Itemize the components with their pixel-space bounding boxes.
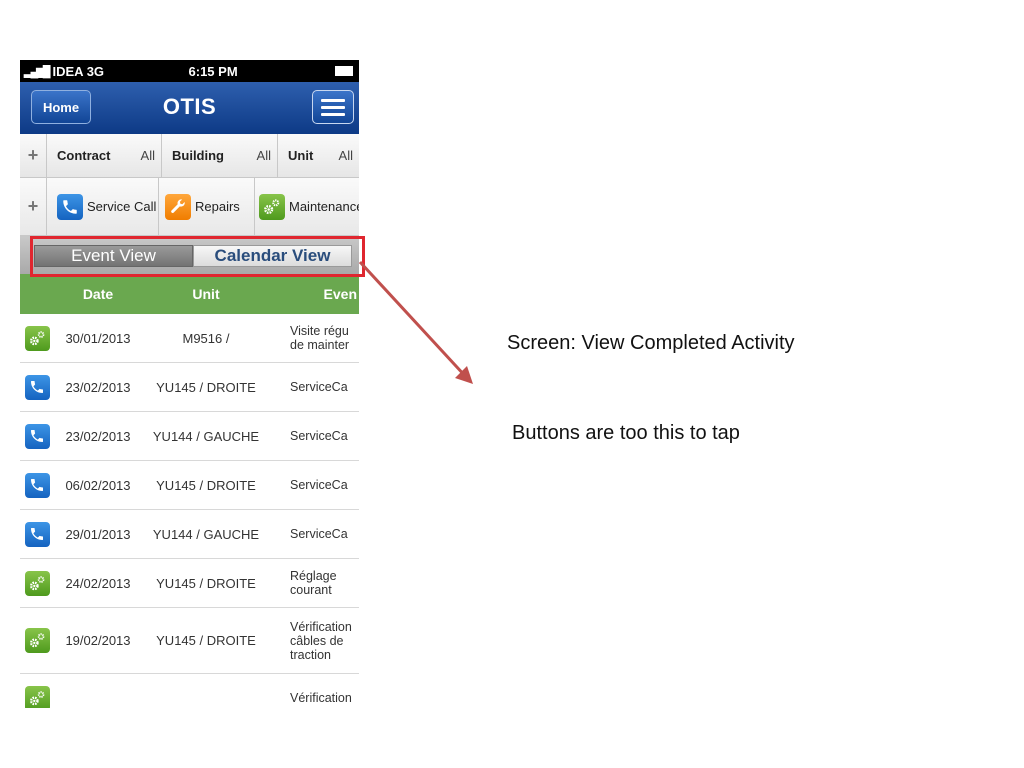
phone-icon xyxy=(24,521,50,547)
filter-unit[interactable]: Unit All xyxy=(277,134,359,177)
row-event: ServiceCa xyxy=(290,527,348,541)
annotation-arrow xyxy=(358,260,473,384)
filter-value: All xyxy=(256,148,271,163)
category-label: Service Call xyxy=(87,198,157,214)
wrench-icon xyxy=(165,193,191,220)
row-event: Visite régu de mainter xyxy=(290,324,350,352)
table-row[interactable]: 23/02/2013 YU145 / DROITE ServiceCa xyxy=(20,363,359,412)
filter-value: All xyxy=(338,148,353,163)
battery-icon xyxy=(335,66,353,76)
event-list: 30/01/2013 M9516 / Visite régu de mainter 2… xyxy=(20,314,359,708)
table-row[interactable]: 23/02/2013 YU144 / GAUCHE ServiceCa xyxy=(20,412,359,461)
row-unit: YU145 / DROITE xyxy=(156,379,256,395)
gears-icon xyxy=(24,325,50,351)
row-date: 23/02/2013 xyxy=(65,428,131,444)
column-unit[interactable]: Unit xyxy=(142,286,270,302)
filter-name: Contract xyxy=(57,148,111,163)
phone-icon xyxy=(24,374,50,400)
table-row[interactable]: 30/01/2013 M9516 / Visite régu de mainter xyxy=(20,314,359,363)
row-date: 23/02/2013 xyxy=(65,379,131,395)
row-event: Vérification xyxy=(290,691,352,705)
category-label: Repairs xyxy=(195,198,240,214)
table-row[interactable]: 24/02/2013 YU145 / DROITE Réglage courant xyxy=(20,559,359,608)
phone-icon xyxy=(57,193,83,220)
filter-name: Unit xyxy=(288,148,314,163)
gears-icon xyxy=(24,685,50,708)
category-label: Maintenance xyxy=(289,198,359,214)
phone-screenshot: ▂▄▆█ IDEA 3G 6:15 PM Home OTIS + Contrac… xyxy=(20,60,359,708)
status-bar: ▂▄▆█ IDEA 3G 6:15 PM xyxy=(20,60,359,82)
row-unit: M9516 / xyxy=(182,330,230,346)
table-row[interactable]: 29/01/2013 YU144 / GAUCHE ServiceCa xyxy=(20,510,359,559)
add-category-icon[interactable]: + xyxy=(20,196,46,217)
row-unit: YU145 / DROITE xyxy=(156,477,256,493)
row-event: ServiceCa xyxy=(290,380,348,394)
row-date: 30/01/2013 xyxy=(65,330,131,346)
category-service-call[interactable]: Service Call xyxy=(46,178,158,235)
column-date[interactable]: Date xyxy=(54,286,142,302)
gears-icon xyxy=(24,628,50,653)
filter-value: All xyxy=(140,148,155,163)
row-unit: YU144 / GAUCHE xyxy=(152,526,260,542)
row-event: ServiceCa xyxy=(290,429,348,443)
row-unit: YU145 / DROITE xyxy=(156,575,256,591)
row-date: 24/02/2013 xyxy=(65,575,131,591)
phone-icon xyxy=(24,472,50,498)
carrier-label: IDEA 3G xyxy=(52,63,105,79)
table-header: Date Unit Even xyxy=(20,274,359,314)
row-event: Vérification câbles de traction xyxy=(290,619,352,662)
row-date: 19/02/2013 xyxy=(65,633,131,648)
row-event: ServiceCa xyxy=(290,478,348,492)
filter-contract[interactable]: Contract All xyxy=(46,134,161,177)
filter-bar: + Contract All Building All Unit All xyxy=(20,134,359,178)
clock: 6:15 PM xyxy=(188,63,238,79)
table-row[interactable]: Vérification xyxy=(20,674,359,708)
filter-building[interactable]: Building All xyxy=(161,134,277,177)
category-bar: + Service Call Repairs Maintenance xyxy=(20,178,359,236)
gears-icon xyxy=(259,193,285,220)
screen-label: Screen: View Completed Activity xyxy=(507,332,795,354)
table-row[interactable]: 06/02/2013 YU145 / DROITE ServiceCa xyxy=(20,461,359,510)
row-event: Réglage courant xyxy=(290,569,337,597)
highlight-box xyxy=(30,236,365,277)
category-maintenance[interactable]: Maintenance xyxy=(254,178,359,235)
filter-name: Building xyxy=(172,148,224,163)
add-filter-icon[interactable]: + xyxy=(20,145,46,166)
row-unit: YU145 / DROITE xyxy=(156,633,256,648)
row-date: 06/02/2013 xyxy=(65,477,131,493)
signal-icon: ▂▄▆█ xyxy=(24,65,50,78)
phone-icon xyxy=(24,423,50,449)
column-event[interactable]: Even xyxy=(270,286,359,302)
table-row[interactable]: 19/02/2013 YU145 / DROITE Vérification câb… xyxy=(20,608,359,674)
row-date: 29/01/2013 xyxy=(65,526,131,542)
category-repairs[interactable]: Repairs xyxy=(158,178,254,235)
gears-icon xyxy=(24,570,50,596)
nav-bar: Home OTIS xyxy=(20,82,359,134)
row-unit: YU144 / GAUCHE xyxy=(152,428,260,444)
menu-icon[interactable] xyxy=(312,90,354,124)
annotation-note: Buttons are too this to tap xyxy=(512,422,740,444)
app-title: OTIS xyxy=(162,94,217,119)
